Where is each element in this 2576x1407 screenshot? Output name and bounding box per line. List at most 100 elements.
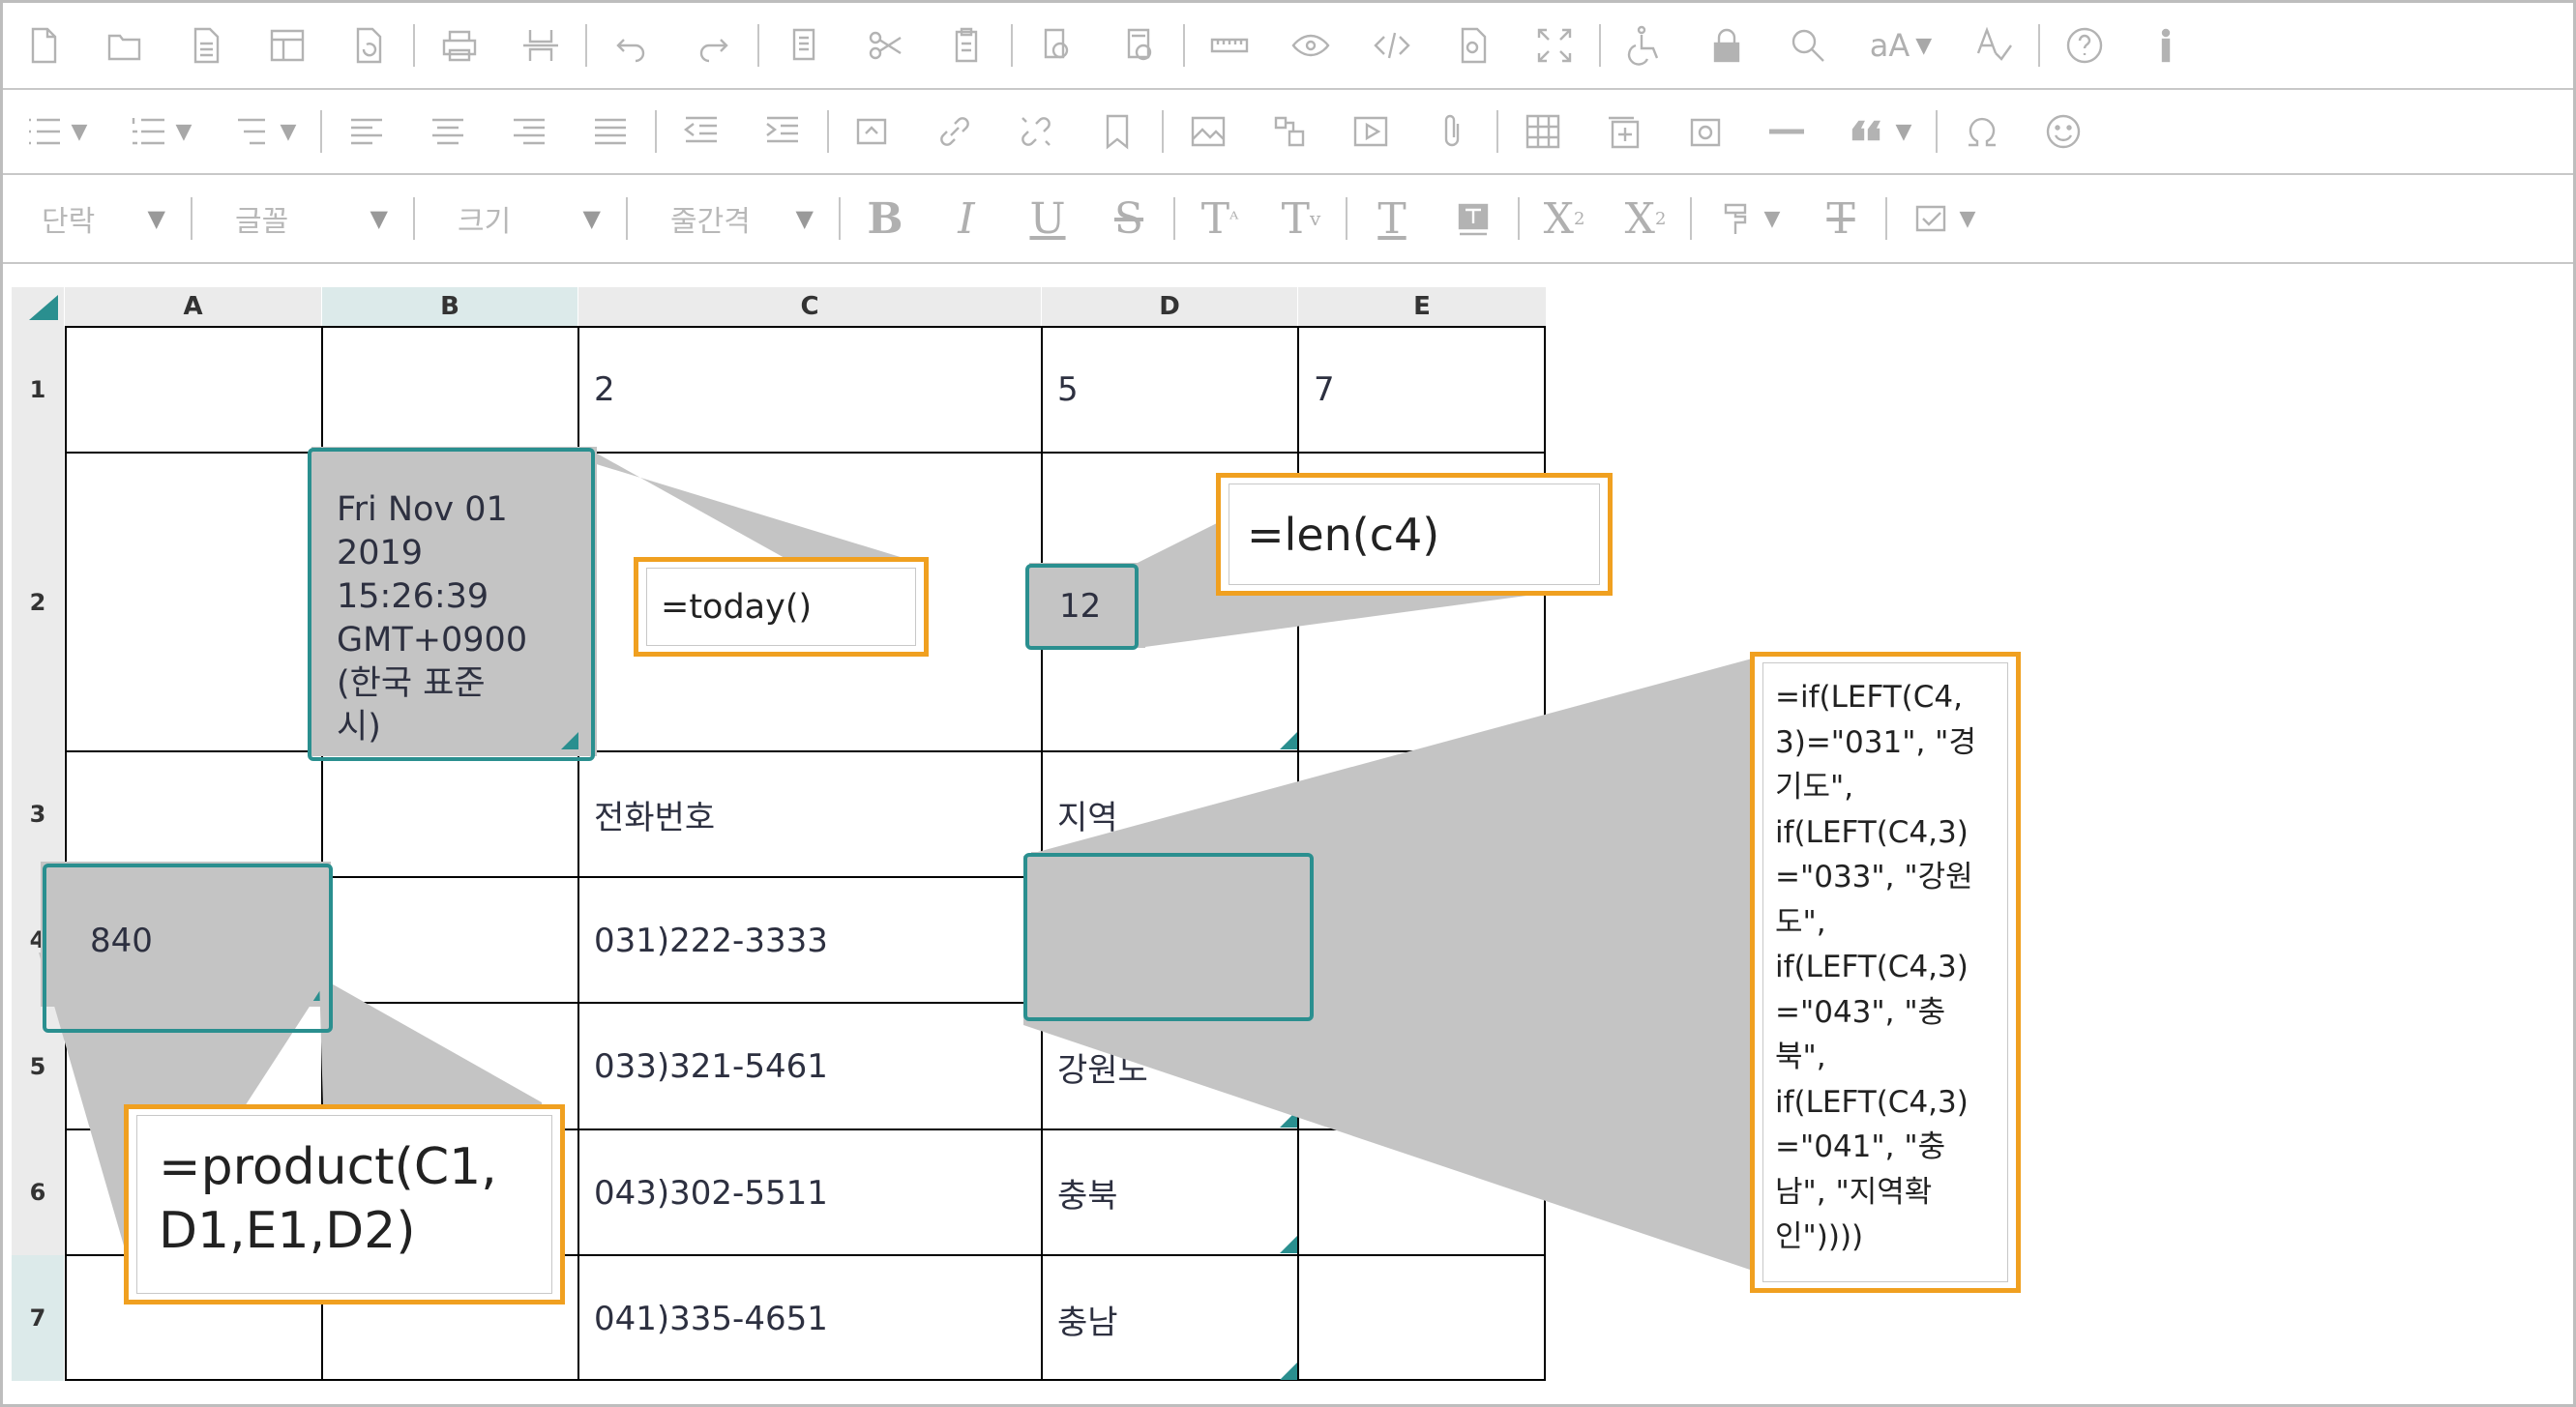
formula-callout-product: =product(C1, D1,E1,D2) <box>124 1104 565 1304</box>
cell-e1[interactable]: 7 <box>1300 328 1546 452</box>
special-char-omega-icon[interactable] <box>1941 90 2023 173</box>
row-header-7[interactable]: 7 <box>12 1255 64 1381</box>
align-right-icon[interactable] <box>489 90 570 173</box>
bullet-list-icon[interactable]: ▼ <box>3 90 107 173</box>
align-left-icon[interactable] <box>326 90 407 173</box>
text-shrink-icon[interactable]: Tv <box>1260 175 1342 262</box>
cell-c7[interactable]: 041)335-4651 <box>580 1257 1041 1381</box>
attachment-icon[interactable] <box>1411 90 1493 173</box>
fullscreen-icon[interactable] <box>1514 3 1595 88</box>
cell-c4[interactable]: 031)222-3333 <box>580 879 1041 1002</box>
indent-icon[interactable] <box>742 90 823 173</box>
link-icon[interactable] <box>914 90 995 173</box>
row-header-6[interactable]: 6 <box>12 1129 64 1255</box>
page-break-icon[interactable] <box>500 3 581 88</box>
preview-eye-icon[interactable] <box>1270 3 1351 88</box>
image-icon[interactable] <box>1168 90 1249 173</box>
format-painter-icon[interactable]: ▼ <box>1696 175 1800 262</box>
style-apply-icon[interactable]: ▼ <box>1891 175 1996 262</box>
accessibility-icon[interactable] <box>1605 3 1686 88</box>
source-code-icon[interactable] <box>1351 3 1433 88</box>
quote-icon[interactable]: ▼ <box>1827 90 1932 173</box>
multilevel-list-icon[interactable]: ▼ <box>212 90 316 173</box>
column-header-a[interactable]: A <box>65 287 321 326</box>
document-icon[interactable] <box>165 3 247 88</box>
align-center-icon[interactable] <box>407 90 489 173</box>
find-replace-icon[interactable] <box>1017 3 1098 88</box>
help-icon[interactable] <box>2044 3 2125 88</box>
cell-c1[interactable]: 2 <box>580 328 1041 452</box>
cell-c5[interactable]: 033)321-5461 <box>580 1005 1041 1129</box>
cell-d6[interactable]: 충북 <box>1044 1131 1297 1254</box>
column-header-e[interactable]: E <box>1298 287 1546 326</box>
lock-icon[interactable] <box>1686 3 1767 88</box>
superscript-icon[interactable]: X2 <box>1524 175 1605 262</box>
insert-object-icon[interactable] <box>1665 90 1746 173</box>
clear-format-icon[interactable]: T <box>1800 175 1881 262</box>
underline-icon[interactable]: U <box>1007 175 1088 262</box>
caret-down-icon: ▼ <box>71 119 88 144</box>
block-format-icon[interactable] <box>833 90 914 173</box>
row-header-2[interactable]: 2 <box>12 453 64 751</box>
formula-if-line: 도", <box>1775 904 1826 940</box>
subscript-icon[interactable]: X2 <box>1605 175 1686 262</box>
column-header-b[interactable]: B <box>322 287 577 326</box>
new-document-icon[interactable] <box>3 3 84 88</box>
spelling-icon[interactable] <box>1953 3 2034 88</box>
formula-today-input[interactable]: =today() <box>646 568 916 646</box>
video-icon[interactable] <box>1330 90 1411 173</box>
template-icon[interactable] <box>247 3 328 88</box>
italic-icon[interactable]: I <box>926 175 1007 262</box>
line-spacing-dropdown[interactable]: 줄간격 ▼ <box>632 175 835 262</box>
cell-c6[interactable]: 043)302-5511 <box>580 1131 1041 1254</box>
formula-product-input[interactable]: =product(C1, D1,E1,D2) <box>136 1115 552 1294</box>
spellcheck-icon[interactable] <box>1098 3 1179 88</box>
search-icon[interactable] <box>1767 3 1849 88</box>
open-folder-icon[interactable] <box>84 3 165 88</box>
zoom-page-icon[interactable] <box>1433 3 1514 88</box>
numbered-list-icon[interactable]: ▼ <box>107 90 212 173</box>
row-header-1[interactable]: 1 <box>12 326 64 453</box>
caret-down-icon: ▼ <box>1915 33 1933 58</box>
outdent-icon[interactable] <box>661 90 742 173</box>
column-header-d[interactable]: D <box>1042 287 1297 326</box>
paragraph-dropdown[interactable]: 단락 ▼ <box>3 175 187 262</box>
align-justify-icon[interactable] <box>570 90 651 173</box>
cut-icon[interactable] <box>844 3 926 88</box>
table-icon[interactable] <box>1502 90 1584 173</box>
formula-if-line: 인")))) <box>1775 1219 1864 1254</box>
copy-format-icon[interactable] <box>763 3 844 88</box>
font-dropdown[interactable]: 글꼴 ▼ <box>196 175 409 262</box>
undo-icon[interactable] <box>591 3 672 88</box>
emoticon-icon[interactable] <box>2023 90 2104 173</box>
column-header-c[interactable]: C <box>578 287 1041 326</box>
horizontal-rule-icon[interactable] <box>1746 90 1827 173</box>
insert-element-icon[interactable] <box>1584 90 1665 173</box>
formula-if-line: =if(LEFT(C4, <box>1775 680 1963 715</box>
paste-icon[interactable] <box>926 3 1007 88</box>
formula-len-input[interactable]: =len(c4) <box>1229 484 1600 585</box>
text-color-icon[interactable]: T <box>1351 175 1433 262</box>
bookmark-icon[interactable] <box>1077 90 1158 173</box>
size-dropdown[interactable]: 크기 ▼ <box>419 175 622 262</box>
cell-d7[interactable]: 충남 <box>1044 1257 1297 1381</box>
background-color-icon[interactable] <box>1433 175 1514 262</box>
font-size-button[interactable]: aA ▼ <box>1849 3 1953 88</box>
unlink-icon[interactable] <box>995 90 1077 173</box>
redo-icon[interactable] <box>672 3 754 88</box>
image-map-icon[interactable] <box>1249 90 1330 173</box>
caret-down-icon: ▼ <box>370 205 388 232</box>
strikethrough-icon[interactable]: S <box>1088 175 1170 262</box>
cell-d1[interactable]: 5 <box>1044 328 1297 452</box>
cell-d5[interactable]: 강원도 <box>1044 1005 1297 1129</box>
restore-icon[interactable] <box>328 3 409 88</box>
ruler-icon[interactable] <box>1189 3 1270 88</box>
formula-if-input[interactable]: =if(LEFT(C4, 3)="031", "경 기도", if(LEFT(C… <box>1762 662 2008 1282</box>
select-all-corner[interactable] <box>12 287 64 326</box>
cell-c3[interactable]: 전화번호 <box>580 753 1041 876</box>
info-icon[interactable] <box>2125 3 2206 88</box>
text-grow-icon[interactable]: Tᴬ <box>1179 175 1260 262</box>
print-icon[interactable] <box>419 3 500 88</box>
row-header-3[interactable]: 3 <box>12 751 64 877</box>
bold-icon[interactable]: B <box>844 175 926 262</box>
